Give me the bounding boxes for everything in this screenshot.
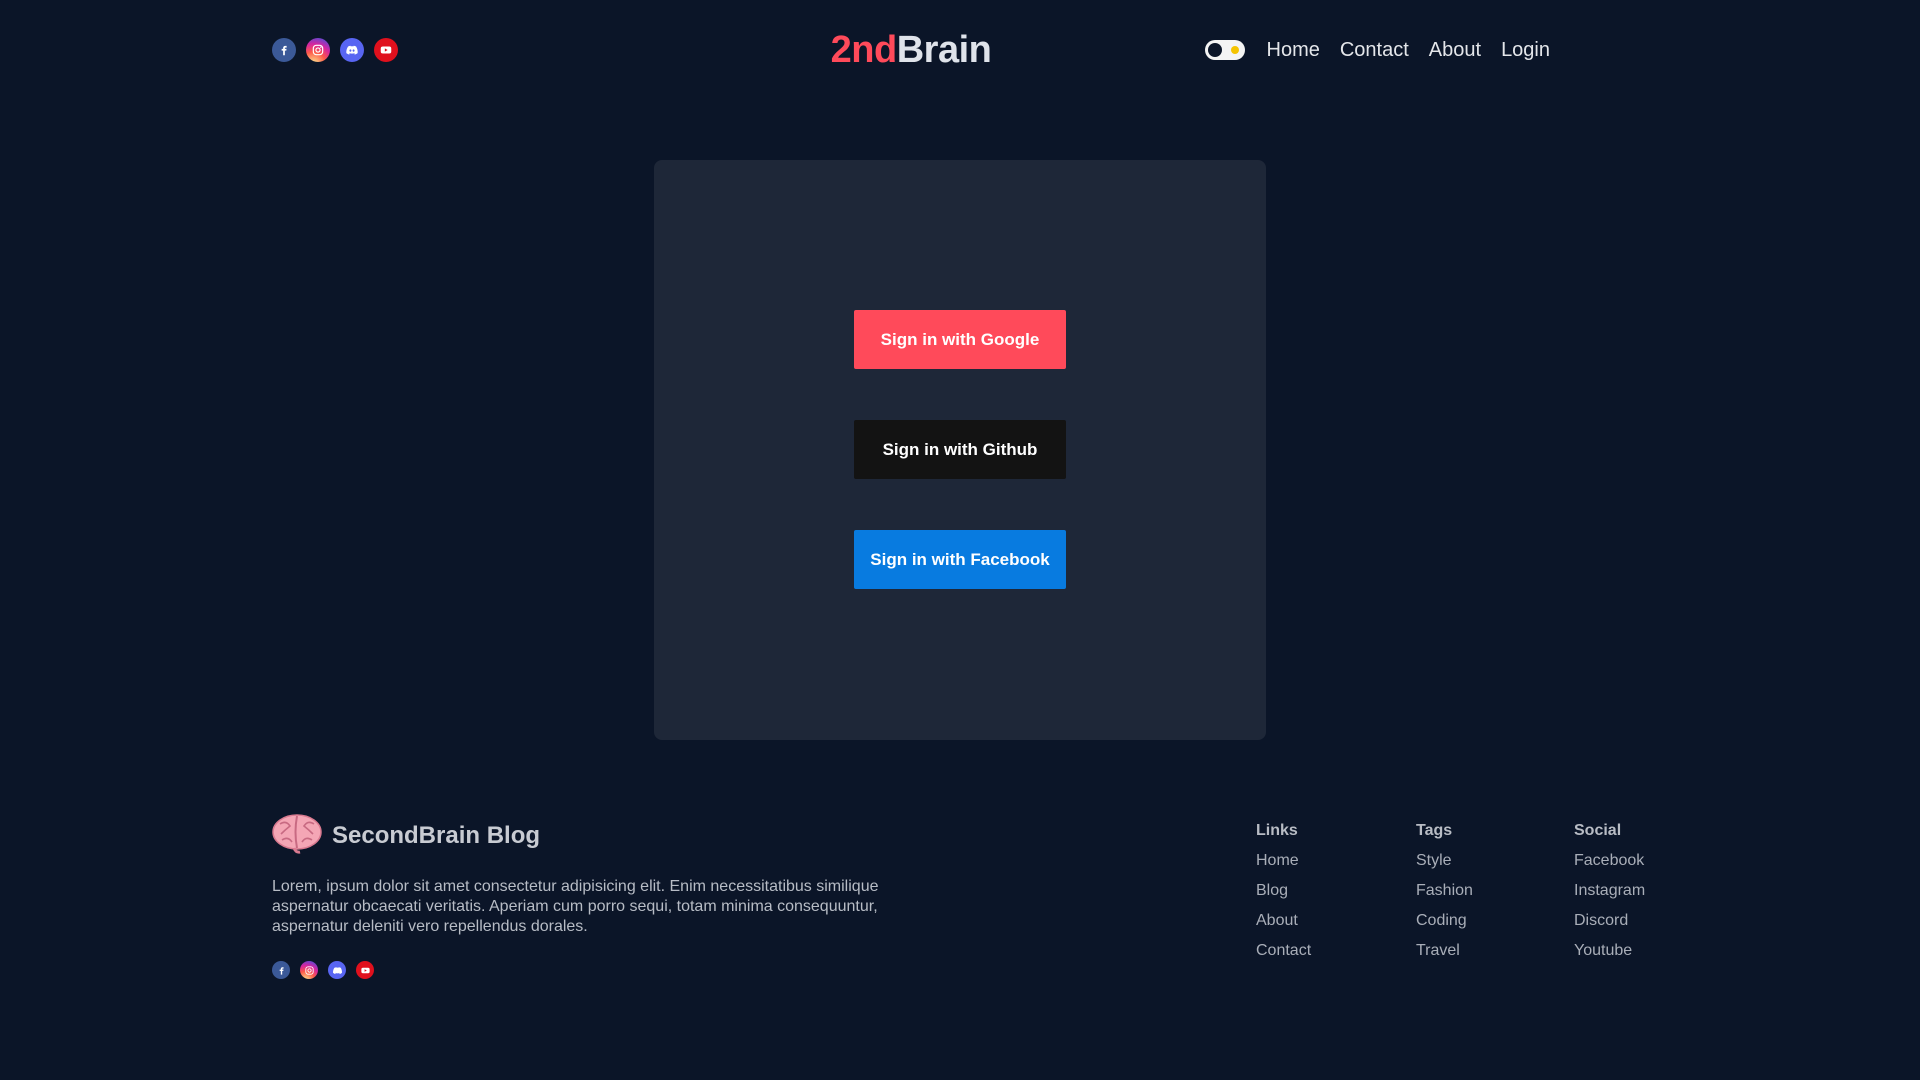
instagram-icon[interactable] — [306, 38, 330, 62]
logo-part-brain: Brain — [896, 28, 992, 71]
footer-column-links: Links Home Blog About Contact — [1256, 822, 1416, 972]
nav-about-link[interactable]: About — [1429, 39, 1481, 62]
discord-icon[interactable] — [340, 38, 364, 62]
header: 2ndBrain Home Contact About Login — [272, 22, 1550, 78]
footer-tag-travel[interactable]: Travel — [1416, 942, 1574, 960]
theme-toggle[interactable] — [1204, 40, 1245, 60]
footer-social-instagram[interactable]: Instagram — [1574, 882, 1694, 900]
footer-tag-coding[interactable]: Coding — [1416, 912, 1574, 930]
logo-part-2nd: 2nd — [830, 28, 898, 71]
footer-about: SecondBrain Blog Lorem, ipsum dolor sit … — [272, 812, 932, 979]
sun-icon — [1230, 46, 1239, 54]
sign-in-github-button[interactable]: Sign in with Github — [854, 420, 1066, 479]
main-nav: Home Contact About Login — [1204, 39, 1550, 62]
footer-social-youtube[interactable]: Youtube — [1574, 942, 1694, 960]
footer-column-title: Tags — [1416, 822, 1453, 839]
brain-icon — [272, 812, 322, 859]
toggle-knob — [1207, 43, 1222, 57]
nav-contact-link[interactable]: Contact — [1340, 39, 1409, 62]
footer-column-tags: Tags Style Fashion Coding Travel — [1416, 822, 1574, 972]
footer-link-about[interactable]: About — [1256, 912, 1416, 930]
footer-column-title: Links — [1256, 822, 1298, 839]
youtube-icon[interactable] — [356, 961, 374, 979]
sign-in-facebook-button[interactable]: Sign in with Facebook — [854, 530, 1066, 589]
youtube-icon[interactable] — [374, 38, 398, 62]
footer-tag-fashion[interactable]: Fashion — [1416, 882, 1574, 900]
footer-link-contact[interactable]: Contact — [1256, 942, 1416, 960]
footer-social-discord[interactable]: Discord — [1574, 912, 1694, 930]
footer-link-columns: Links Home Blog About Contact Tags Style… — [1256, 822, 1694, 972]
footer-column-title: Social — [1574, 822, 1622, 839]
footer-tag-style[interactable]: Style — [1416, 852, 1574, 870]
header-social-icons — [272, 38, 398, 62]
footer-link-home[interactable]: Home — [1256, 852, 1416, 870]
discord-icon[interactable] — [328, 961, 346, 979]
page: 2ndBrain Home Contact About Login Sign i… — [0, 0, 1920, 1080]
facebook-icon[interactable] — [272, 961, 290, 979]
footer-description: Lorem, ipsum dolor sit amet consectetur … — [272, 878, 879, 935]
footer-brand: SecondBrain Blog — [272, 812, 932, 859]
site-logo[interactable]: 2ndBrain — [831, 29, 992, 72]
instagram-icon[interactable] — [300, 961, 318, 979]
login-card: Sign in with Google Sign in with Github … — [654, 160, 1266, 740]
footer-column-social: Social Facebook Instagram Discord Youtub… — [1574, 822, 1694, 972]
footer-link-blog[interactable]: Blog — [1256, 882, 1416, 900]
footer-brand-name: SecondBrain Blog — [332, 821, 541, 849]
footer-social-icons — [272, 961, 932, 979]
facebook-icon[interactable] — [272, 38, 296, 62]
nav-login-link[interactable]: Login — [1501, 39, 1550, 62]
nav-home-link[interactable]: Home — [1267, 39, 1320, 62]
sign-in-google-button[interactable]: Sign in with Google — [854, 310, 1066, 369]
footer-social-facebook[interactable]: Facebook — [1574, 852, 1694, 870]
